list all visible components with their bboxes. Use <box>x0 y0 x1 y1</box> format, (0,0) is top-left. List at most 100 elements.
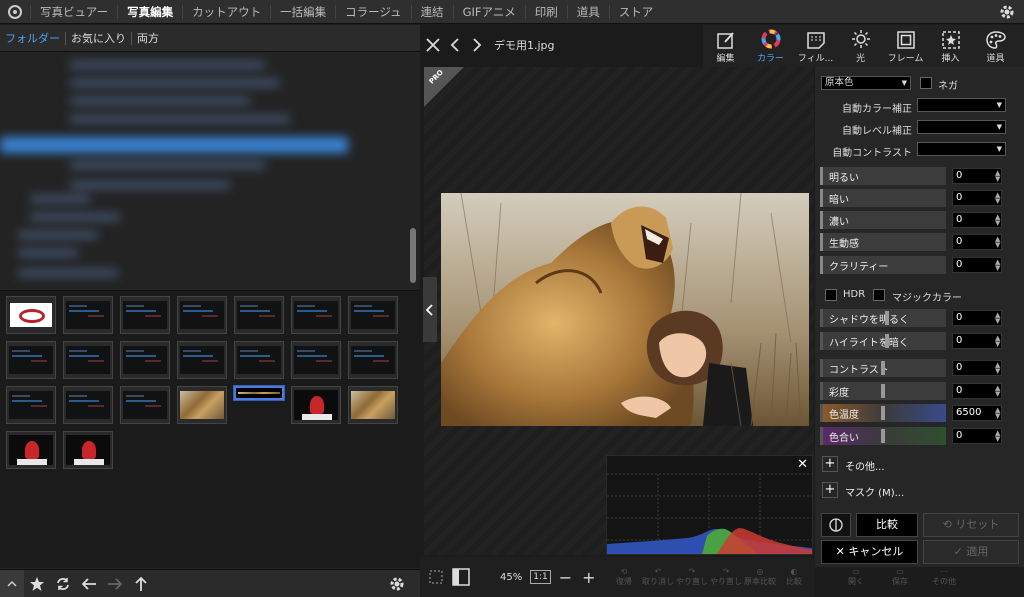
tab-collage[interactable]: コラージュ <box>335 4 410 19</box>
star-icon[interactable] <box>24 570 50 597</box>
thumbnail-selected[interactable] <box>233 385 285 401</box>
thumbnail[interactable] <box>177 386 227 424</box>
spinner-arrows-icon[interactable]: ▲ ▼ <box>995 214 1000 227</box>
tree-item[interactable] <box>70 61 265 69</box>
thumbnail[interactable] <box>177 296 227 334</box>
edited-photo[interactable] <box>441 193 809 426</box>
thumbnail[interactable] <box>177 341 227 379</box>
one-to-one-button[interactable]: 1:1 <box>530 570 551 584</box>
thumbnail[interactable] <box>6 341 56 379</box>
tree-item[interactable] <box>18 269 118 277</box>
spinner-arrows-icon[interactable]: ▲ ▼ <box>995 385 1000 398</box>
preset-select[interactable]: 原本色 ▼ <box>821 76 911 90</box>
tint-slider[interactable]: 色合い <box>820 427 946 445</box>
more-label[interactable]: その他... <box>845 458 885 473</box>
compare-button[interactable]: 比較 <box>856 513 918 537</box>
save-action[interactable]: ▭ 保存 <box>883 557 917 597</box>
thumbnail[interactable] <box>291 296 341 334</box>
category-frame[interactable]: フレーム <box>883 25 928 67</box>
thumbnail[interactable] <box>234 296 284 334</box>
tab-photo-edit[interactable]: 写真編集 <box>117 4 182 19</box>
thumbnail[interactable] <box>348 341 398 379</box>
deep-slider[interactable]: 濃い <box>820 211 946 229</box>
thumbnail[interactable] <box>120 386 170 424</box>
tab-cutout[interactable]: カットアウト <box>182 4 270 19</box>
tab-combine[interactable]: 連結 <box>410 4 453 19</box>
category-light[interactable]: 光 <box>838 25 883 67</box>
shadow-brighten-slider[interactable]: シャドウを明るく <box>820 309 946 327</box>
tree-item[interactable] <box>18 231 98 239</box>
thumbnail[interactable] <box>63 296 113 334</box>
thumbnail[interactable] <box>63 341 113 379</box>
collapse-left-panel-button[interactable] <box>423 277 437 342</box>
spinner-arrows-icon[interactable]: ▲ ▼ <box>995 335 1000 348</box>
spinner-arrows-icon[interactable]: ▲ ▼ <box>995 259 1000 272</box>
tree-item[interactable] <box>70 97 250 105</box>
zoom-in-icon[interactable]: + <box>582 568 595 587</box>
spinner-arrows-icon[interactable]: ▲ ▼ <box>995 362 1000 375</box>
spinner-arrows-icon[interactable]: ▲ ▼ <box>995 312 1000 325</box>
mask-plus-icon[interactable]: + <box>822 482 838 498</box>
browser-settings-gear-icon[interactable] <box>384 570 410 597</box>
thumbnail[interactable] <box>63 431 113 469</box>
tree-item[interactable] <box>70 181 230 189</box>
original-compare-action[interactable]: ◎ 原本比較 <box>743 557 777 597</box>
tab-favorites[interactable]: お気に入り <box>66 31 132 45</box>
compare-action[interactable]: ◐ 比較 <box>777 557 811 597</box>
more-plus-icon[interactable]: + <box>822 456 838 472</box>
contrast-slider[interactable]: コントラスト <box>820 359 946 377</box>
tree-item[interactable] <box>18 249 78 257</box>
more-action[interactable]: ⋯ その他 <box>927 557 961 597</box>
saturation-slider[interactable]: 彩度 <box>820 382 946 400</box>
clarity-slider[interactable]: クラリティー <box>820 256 946 274</box>
tab-store[interactable]: ストア <box>608 4 663 19</box>
tab-print[interactable]: 印刷 <box>524 4 567 19</box>
spinner-arrows-icon[interactable]: ▲ ▼ <box>995 192 1000 205</box>
fit-window-icon[interactable] <box>452 568 470 586</box>
tree-item[interactable] <box>70 79 280 87</box>
tab-folders[interactable]: フォルダー <box>0 31 66 45</box>
negative-checkbox[interactable] <box>920 77 932 89</box>
tree-item[interactable] <box>70 161 265 169</box>
split-view-button[interactable] <box>821 513 851 537</box>
redo-all-action[interactable]: ↷ やり直し <box>709 557 743 597</box>
parent-folder-arrow-icon[interactable] <box>128 570 154 597</box>
tree-scrollbar[interactable] <box>410 228 416 283</box>
category-insert[interactable]: 挿入 <box>928 25 973 67</box>
color-temperature-slider[interactable]: 色温度 <box>820 404 946 422</box>
crop-select-icon[interactable] <box>428 569 444 585</box>
tab-photo-viewer[interactable]: 写真ビュアー <box>30 4 117 19</box>
app-logo-icon[interactable] <box>0 0 30 24</box>
next-image-icon[interactable] <box>466 25 488 65</box>
thumbnail[interactable] <box>63 386 113 424</box>
auto-color-select[interactable]: ▼ <box>917 98 1006 112</box>
undo-action[interactable]: ↶ 取り消し <box>641 557 675 597</box>
spinner-arrows-icon[interactable]: ▲ ▼ <box>995 236 1000 249</box>
auto-level-select[interactable]: ▼ <box>917 120 1006 134</box>
thumbnail[interactable] <box>6 386 56 424</box>
forward-arrow-icon[interactable] <box>102 570 128 597</box>
thumbnail[interactable] <box>6 431 56 469</box>
revert-action[interactable]: ⟲ 復帰 <box>607 557 641 597</box>
hdr-checkbox[interactable] <box>825 289 837 301</box>
thumbnail[interactable] <box>348 386 398 424</box>
category-color[interactable]: カラー <box>748 25 793 67</box>
vibrance-slider[interactable]: 生動感 <box>820 233 946 251</box>
category-filter[interactable]: フィル... <box>793 25 838 67</box>
settings-gear-icon[interactable] <box>998 3 1016 24</box>
dark-slider[interactable]: 暗い <box>820 189 946 207</box>
tab-batch-edit[interactable]: 一括編集 <box>270 4 335 19</box>
tab-both[interactable]: 両方 <box>132 32 164 45</box>
category-tools[interactable]: 道具 <box>973 25 1018 67</box>
spinner-arrows-icon[interactable]: ▲ ▼ <box>995 407 1000 420</box>
close-icon[interactable] <box>422 25 444 65</box>
thumbnail[interactable] <box>6 296 56 334</box>
magic-color-checkbox[interactable] <box>873 289 885 301</box>
tree-item-selected[interactable] <box>0 137 348 153</box>
folder-tree[interactable] <box>0 53 420 313</box>
auto-contrast-select[interactable]: ▼ <box>917 142 1006 156</box>
thumbnail[interactable] <box>120 341 170 379</box>
spinner-arrows-icon[interactable]: ▲ ▼ <box>995 170 1000 183</box>
category-edit[interactable]: 編集 <box>703 25 748 67</box>
zoom-out-icon[interactable]: − <box>559 568 572 587</box>
